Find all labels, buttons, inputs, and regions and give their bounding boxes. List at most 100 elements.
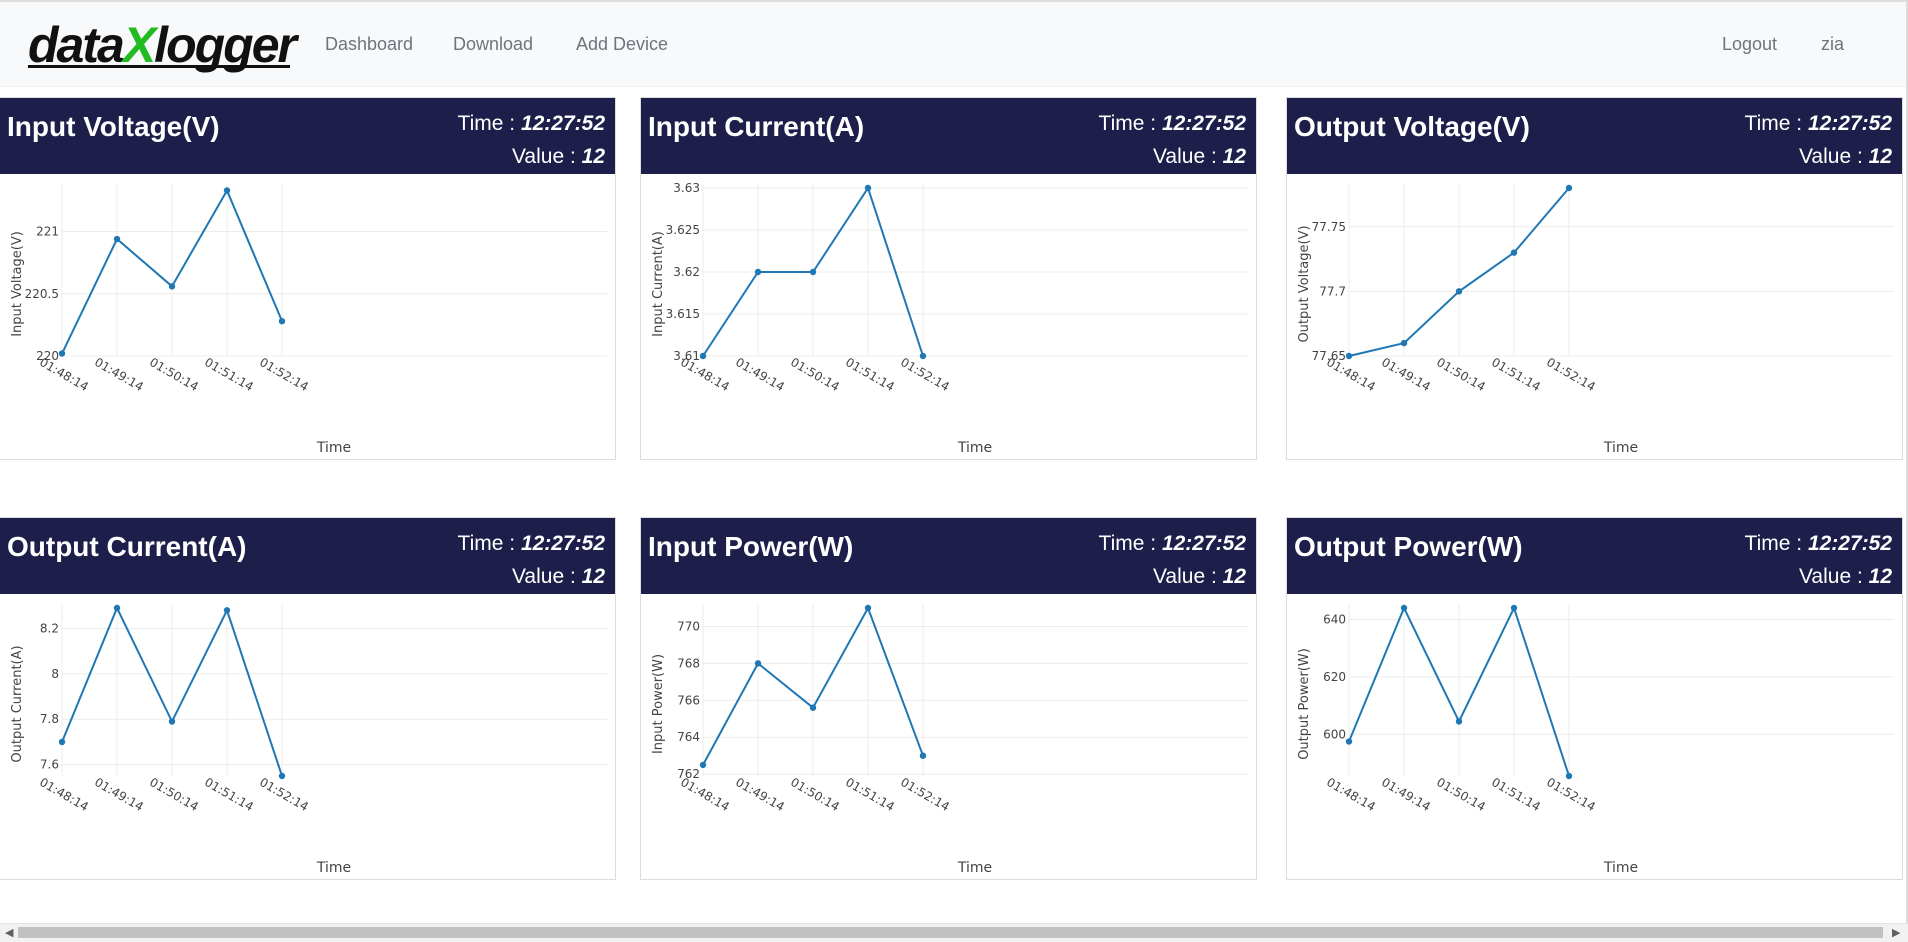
data-point[interactable] <box>278 772 286 780</box>
data-point[interactable] <box>919 352 927 360</box>
line-chart[interactable]: 77.6577.777.7501:48:14 01:49:14 01:50:14 01… <box>1287 174 1902 459</box>
time-value: 12:27:52 <box>520 112 605 135</box>
data-point[interactable] <box>58 738 66 746</box>
data-point[interactable] <box>809 704 817 711</box>
data-point[interactable] <box>754 268 762 276</box>
data-point[interactable] <box>1455 288 1463 295</box>
card-time: Time : 12:27:52 <box>458 111 605 137</box>
value-label: Value : <box>1152 565 1223 588</box>
value-number: 12 <box>1868 145 1892 168</box>
y-tick-label: 600 <box>1323 727 1346 741</box>
data-point[interactable] <box>1565 772 1573 780</box>
data-point[interactable] <box>1510 249 1518 256</box>
line-chart[interactable]: 220220.522101:48:14 01:49:14 01:50:14 01:51… <box>0 174 615 459</box>
x-tick-label: 01:50:14 <box>788 775 842 814</box>
scroll-left-icon[interactable]: ◀ <box>5 926 13 940</box>
x-tick-label: 01:48:14 <box>37 355 91 394</box>
y-tick-label: 768 <box>677 656 700 670</box>
data-point[interactable] <box>1345 738 1353 745</box>
data-point[interactable] <box>864 604 872 612</box>
data-point[interactable] <box>1510 604 1518 612</box>
nav-user-name[interactable]: zia <box>1821 32 1844 56</box>
y-tick-label: 3.625 <box>666 223 700 237</box>
y-axis-title: Input Current(A) <box>651 231 666 337</box>
data-point[interactable] <box>278 317 286 325</box>
x-tick-label: 01:48:14 <box>678 355 732 394</box>
value-number: 12 <box>1222 145 1246 168</box>
data-point[interactable] <box>864 184 872 192</box>
nav-link-download[interactable]: Download <box>453 32 533 56</box>
x-tick-label: 01:52:14 <box>898 775 952 814</box>
data-point[interactable] <box>919 752 927 759</box>
value-number: 12 <box>1222 565 1246 588</box>
data-point[interactable] <box>58 350 66 357</box>
x-axis-title: Time <box>957 860 992 876</box>
data-point[interactable] <box>1400 604 1408 612</box>
nav-link-dashboard[interactable]: Dashboard <box>325 32 413 56</box>
card-output-voltage: Output Voltage(V) Time : 12:27:52 Value : … <box>1286 97 1903 460</box>
card-title: Output Power(W) <box>1294 531 1523 562</box>
card-value: Value : 12 <box>1153 144 1246 170</box>
x-tick-label: 01:52:14 <box>257 775 311 814</box>
card-title: Input Voltage(V) <box>7 111 220 142</box>
nav-link-logout[interactable]: Logout <box>1722 32 1777 56</box>
y-axis-title: Output Current(A) <box>10 645 25 762</box>
line-chart[interactable]: 600 620 640 01:48:14 01:49:14 01:50:14 01:51:1… <box>1287 594 1902 879</box>
data-point[interactable] <box>754 660 762 667</box>
data-point[interactable] <box>1345 352 1353 360</box>
card-output-power: Output Power(W) Time : 12:27:52 Value : 12… <box>1286 517 1903 880</box>
scroll-right-icon[interactable]: ▶ <box>1892 926 1900 940</box>
card-header: Output Power(W) Time : 12:27:52 Value : 12 <box>1287 518 1902 594</box>
x-tick-label: 01:48:14 <box>37 775 91 814</box>
card-value: Value : 12 <box>512 144 605 170</box>
x-tick-label: 01:49:14 <box>1379 775 1433 814</box>
x-tick-label: 01:50:14 <box>788 355 842 394</box>
time-label: Time : <box>1744 532 1808 555</box>
data-point[interactable] <box>168 718 176 725</box>
card-value: Value : 12 <box>1153 564 1246 590</box>
x-tick-label: 01:52:14 <box>1544 355 1598 394</box>
y-tick-label: 7.6 <box>40 758 59 772</box>
y-tick-label: 7.8 <box>40 712 59 726</box>
data-point[interactable] <box>699 761 707 769</box>
x-axis-title: Time <box>957 440 992 456</box>
x-axis-title: Time <box>1603 860 1638 876</box>
x-tick-label: 01:48:14 <box>1324 355 1378 394</box>
x-tick-label: 01:51:14 <box>843 355 897 394</box>
data-point[interactable] <box>168 283 176 290</box>
x-tick-label: 01:51:14 <box>843 775 897 814</box>
y-tick-label: 8.2 <box>40 621 59 635</box>
data-point[interactable] <box>113 235 121 243</box>
time-value: 12:27:52 <box>1807 532 1892 555</box>
y-tick-label: 640 <box>1323 612 1346 626</box>
y-axis-title: Input Power(W) <box>651 654 666 754</box>
time-value: 12:27:52 <box>520 532 605 555</box>
scrollbar-thumb[interactable] <box>18 927 1883 938</box>
card-time: Time : 12:27:52 <box>458 531 605 557</box>
horizontal-scrollbar[interactable]: ◀ ▶ <box>0 923 1908 942</box>
data-point[interactable] <box>223 607 231 614</box>
time-label: Time : <box>457 112 521 135</box>
card-time: Time : 12:27:52 <box>1745 531 1892 557</box>
x-axis-title: Time <box>316 440 351 456</box>
y-axis-title: Output Power(W) <box>1297 648 1312 760</box>
data-point[interactable] <box>1400 339 1408 347</box>
nav-link-add-device[interactable]: Add Device <box>576 32 668 56</box>
line-chart[interactable]: 76276476676877001:48:14 01:49:14 01:50:14 0… <box>641 594 1256 879</box>
line-chart[interactable]: 3.613.6153.623.6253.6301:48:14 01:49:14 01… <box>641 174 1256 459</box>
x-tick-label: 01:50:14 <box>147 775 201 814</box>
card-header: Output Current(A) Time : 12:27:52 Value : … <box>0 518 615 594</box>
data-point[interactable] <box>1565 184 1573 192</box>
data-point[interactable] <box>699 352 707 360</box>
value-label: Value : <box>1798 565 1869 588</box>
card-input-power: Input Power(W) Time : 12:27:52 Value : 12 7… <box>640 517 1257 880</box>
time-value: 12:27:52 <box>1161 112 1246 135</box>
data-point[interactable] <box>113 604 121 612</box>
line-chart[interactable]: 7.6 7.8 8 8.2 01:48:14 01:49:14 01:50:14 01:51:… <box>0 594 615 879</box>
data-point[interactable] <box>1455 718 1463 725</box>
x-tick-label: 01:50:14 <box>147 355 201 394</box>
data-point[interactable] <box>223 187 231 194</box>
value-number: 12 <box>1868 565 1892 588</box>
data-point[interactable] <box>809 268 817 276</box>
y-tick-label: 3.63 <box>673 181 700 195</box>
